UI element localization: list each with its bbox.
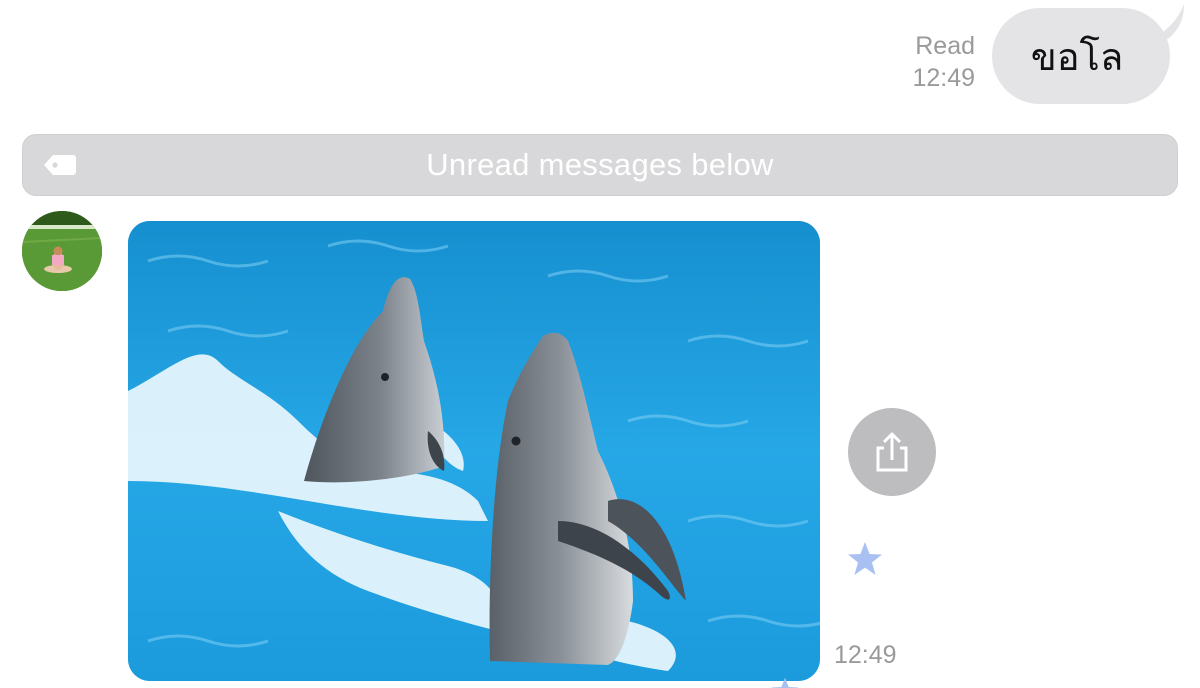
dolphins-photo[interactable] — [128, 221, 820, 681]
avatar[interactable] — [22, 211, 102, 291]
star-icon[interactable] — [846, 540, 884, 578]
outgoing-message-text: ขอโล — [1030, 34, 1124, 79]
outgoing-message-meta: Read 12:49 — [912, 30, 975, 94]
share-icon — [876, 432, 908, 472]
unread-messages-divider: Unread messages below — [22, 134, 1178, 196]
incoming-message-time: 12:49 — [834, 641, 897, 669]
tag-icon — [44, 155, 76, 175]
dolphins-image — [128, 221, 820, 681]
outgoing-message-bubble[interactable]: ขอโล — [992, 8, 1170, 104]
avatar-photo — [22, 211, 102, 291]
star-icon-partial — [771, 677, 799, 688]
chat-screen: Read 12:49 ขอโล Unread messages below 12… — [0, 0, 1200, 688]
read-status: Read — [915, 32, 975, 60]
outgoing-message-time: 12:49 — [912, 64, 975, 92]
unread-divider-label: Unread messages below — [426, 147, 774, 182]
share-button[interactable] — [848, 408, 936, 496]
